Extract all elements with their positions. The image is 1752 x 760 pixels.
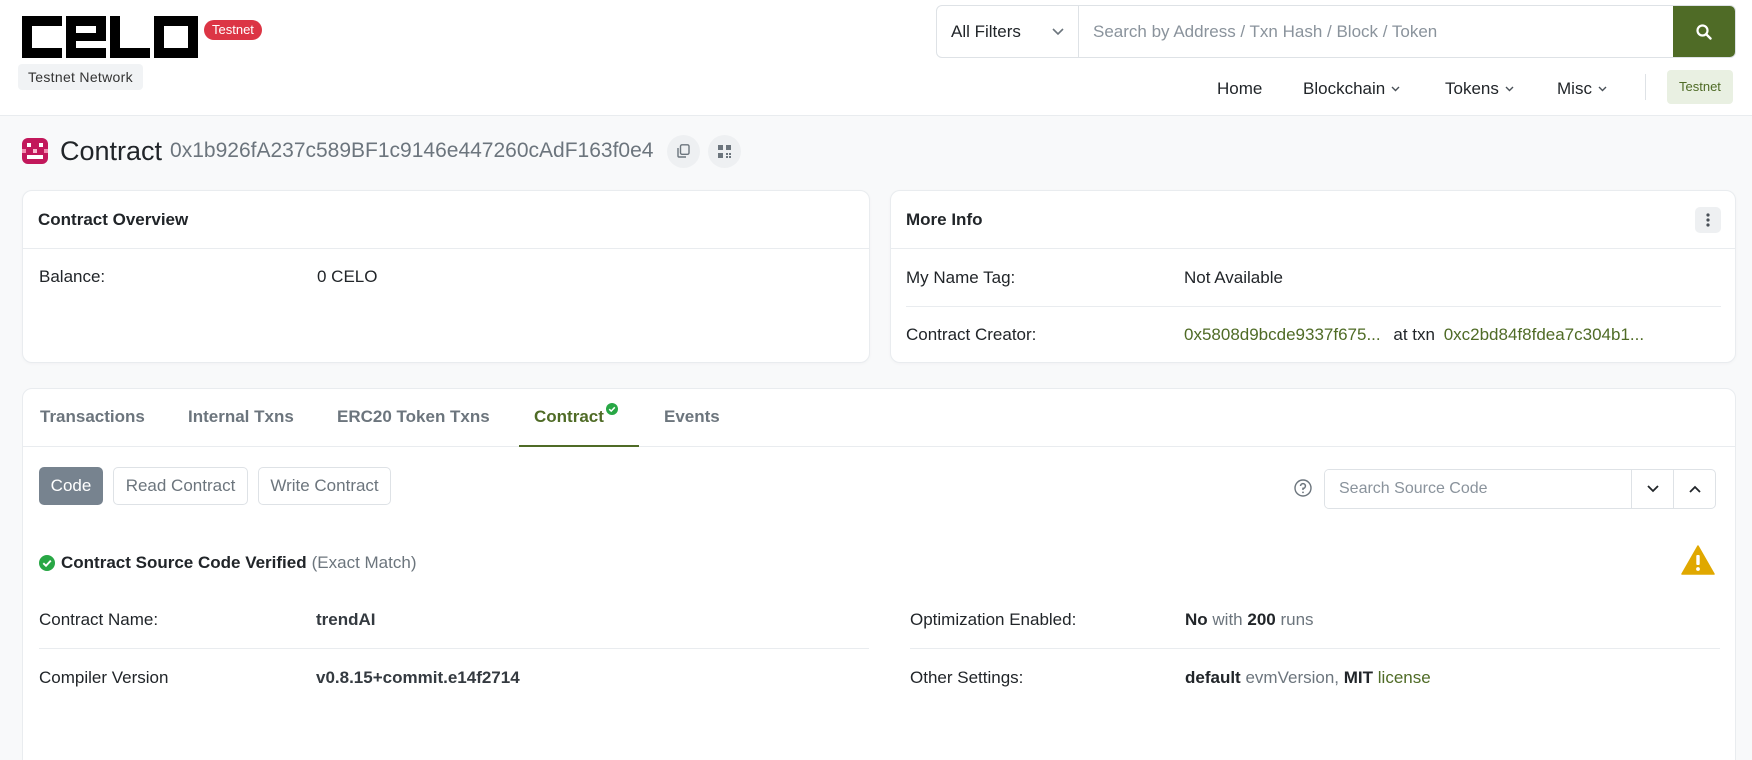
name-tag-label: My Name Tag: (906, 268, 1016, 287)
network-switch-button[interactable]: Testnet (1667, 70, 1733, 104)
tab-contract[interactable]: Contract (534, 403, 618, 427)
verification-title: Contract Source Code Verified (61, 553, 307, 572)
global-search: All Filters (936, 5, 1736, 58)
tab-bar: Transactions Internal Txns ERC20 Token T… (23, 389, 1735, 447)
copy-icon (677, 144, 691, 158)
settings-license-type: MIT (1343, 668, 1374, 687)
copy-address-button[interactable] (667, 134, 701, 168)
tab-events[interactable]: Events (664, 407, 720, 427)
site-header: Testnet Testnet Network All Filters Home… (0, 0, 1752, 116)
search-next-button[interactable] (1631, 470, 1673, 508)
tab-transactions[interactable]: Transactions (40, 407, 145, 427)
tab-internal-txns[interactable]: Internal Txns (188, 407, 294, 427)
source-code-search-input[interactable] (1325, 470, 1631, 508)
more-options-button[interactable] (1695, 207, 1721, 233)
optimization-label: Optimization Enabled: (910, 610, 1077, 629)
contract-overview-heading: Contract Overview (23, 191, 869, 249)
compiler-version-value: v0.8.15+commit.e14f2714 (316, 668, 520, 687)
runs-value: 200 (1247, 610, 1276, 629)
chevron-down-icon (1052, 27, 1064, 35)
compiler-version-label: Compiler Version (39, 668, 169, 687)
contract-creator-value: 0x5808d9bcde9337f675... at txn 0xc2bd84f… (1184, 325, 1644, 345)
more-info-card: More Info My Name Tag: Not Available Con… (890, 190, 1736, 363)
tab-erc20-token-txns[interactable]: ERC20 Token Txns (337, 407, 490, 427)
nav-home-label: Home (1217, 79, 1263, 98)
other-settings-value: default evmVersion, MIT license (1185, 668, 1431, 688)
network-label: Testnet Network (18, 64, 143, 90)
nav-blockchain[interactable]: Blockchain (1303, 76, 1400, 102)
divider (39, 648, 869, 649)
search-button[interactable] (1673, 6, 1735, 57)
search-prev-button[interactable] (1673, 470, 1715, 508)
chevron-down-icon (1598, 86, 1607, 92)
source-code-search (1324, 469, 1716, 509)
search-filter-label: All Filters (951, 21, 1021, 41)
divider (906, 306, 1721, 307)
read-contract-button[interactable]: Read Contract (113, 467, 248, 505)
chevron-down-icon (1391, 86, 1400, 92)
chevron-down-icon (1646, 485, 1659, 493)
page-title: Contract (60, 135, 163, 166)
search-filter-select[interactable]: All Filters (937, 6, 1079, 57)
warning-icon[interactable] (1681, 545, 1715, 575)
qr-code-button[interactable] (708, 134, 742, 168)
nav-misc-label: Misc (1557, 79, 1592, 98)
nav-divider (1645, 74, 1646, 100)
more-info-heading: More Info (891, 191, 1735, 249)
verification-status: Contract Source Code Verified (Exact Mat… (39, 553, 416, 573)
contract-overview-card: Contract Overview Balance: 0 CELO (22, 190, 870, 363)
divider (910, 648, 1720, 649)
tab-contract-label: Contract (534, 407, 604, 426)
name-tag-value: Not Available (1184, 268, 1283, 287)
write-contract-button[interactable]: Write Contract (258, 467, 391, 505)
help-icon[interactable] (1294, 479, 1312, 497)
license-link[interactable]: license (1378, 668, 1431, 687)
creator-address-link[interactable]: 0x5808d9bcde9337f675... (1184, 325, 1381, 344)
chevron-up-icon (1688, 485, 1701, 493)
nav-home[interactable]: Home (1217, 76, 1262, 102)
code-button[interactable]: Code (39, 467, 103, 505)
nav-misc[interactable]: Misc (1557, 76, 1607, 102)
page-title-row: Contract 0x1b926fA237c589BF1c9146e447260… (22, 133, 749, 169)
contract-name-label: Contract Name: (39, 610, 159, 629)
settings-evm: evmVersion, (1245, 668, 1340, 687)
contract-name-value: trendAI (316, 610, 376, 629)
search-input[interactable] (1079, 6, 1673, 57)
at-txn-text: at txn (1393, 325, 1435, 344)
verified-check-icon (605, 403, 618, 415)
creator-txn-link[interactable]: 0xc2bd84f8fdea7c304b1... (1444, 325, 1644, 344)
nav-blockchain-label: Blockchain (1303, 79, 1386, 98)
settings-default: default (1185, 668, 1241, 687)
check-circle-icon (39, 555, 55, 571)
balance-label: Balance: (39, 267, 106, 286)
with-text: with (1212, 610, 1243, 629)
nav-tokens-label: Tokens (1445, 79, 1499, 98)
active-tab-indicator (519, 445, 639, 447)
chevron-down-icon (1505, 86, 1514, 92)
celo-logo[interactable] (22, 16, 198, 58)
contract-avatar-icon (22, 138, 48, 164)
qr-code-icon (718, 144, 732, 158)
contract-address: 0x1b926fA237c589BF1c9146e447260cAdF163f0… (170, 139, 654, 162)
optimization-enabled-value: No (1185, 610, 1208, 629)
search-icon (1696, 23, 1712, 40)
verification-note: (Exact Match) (311, 553, 417, 572)
other-settings-label: Other Settings: (910, 668, 1024, 687)
balance-value: 0 CELO (317, 267, 378, 286)
optimization-value: No with 200 runs (1185, 610, 1314, 630)
contract-creator-label: Contract Creator: (906, 325, 1037, 344)
contract-tabs-panel: Transactions Internal Txns ERC20 Token T… (22, 388, 1736, 760)
nav-tokens[interactable]: Tokens (1445, 76, 1514, 102)
kebab-menu-icon (1706, 213, 1710, 227)
network-badge: Testnet (204, 20, 262, 40)
runs-text: runs (1280, 610, 1314, 629)
